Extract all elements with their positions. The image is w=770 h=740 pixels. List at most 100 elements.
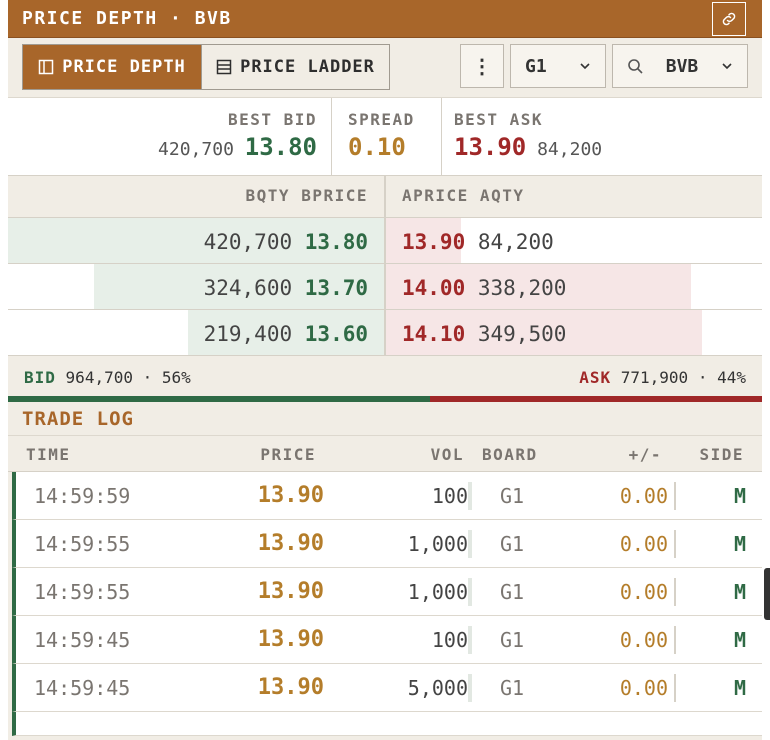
ask-total: ASK 771,900 · 44% xyxy=(579,368,746,387)
ask-total-pct: 44% xyxy=(717,368,746,387)
trade-board: G1 xyxy=(500,676,525,700)
trade-board: G1 xyxy=(500,532,525,556)
bid-price: 13.80 xyxy=(304,230,368,254)
best-ask: BEST ASK 13.90 84,200 xyxy=(442,98,762,175)
trade-board: G1 xyxy=(500,484,525,508)
trade-row[interactable]: 14:59:55 13.90 1,000 G1 0.00 M xyxy=(12,520,762,568)
trade-vol: 100 xyxy=(431,628,468,652)
ask-qty: 84,200 xyxy=(477,230,554,254)
trade-price: 13.90 xyxy=(257,531,324,556)
trade-log-rows: 14:59:59 13.90 100 G1 0.00 M 14:59:55 13… xyxy=(8,472,762,736)
search-icon xyxy=(628,59,643,74)
tab-price-ladder[interactable]: PRICE LADDER xyxy=(201,45,389,89)
vol-bar xyxy=(468,578,472,606)
trade-change: 0.00 xyxy=(619,532,668,556)
best-quotes: BEST BID 420,700 13.80 SPREAD 0.10 BEST … xyxy=(8,98,762,176)
bid-total: BID 964,700 · 56% xyxy=(24,368,191,387)
depth-row[interactable]: 420,700 13.80 13.90 84,200 xyxy=(8,218,762,264)
trade-time: 14:59:45 xyxy=(34,628,131,652)
trade-row[interactable] xyxy=(12,712,762,736)
ask-qty: 338,200 xyxy=(477,276,567,300)
trade-side: M xyxy=(733,676,746,700)
bid-total-qty: 964,700 xyxy=(65,368,133,387)
trade-row[interactable]: 14:59:59 13.90 100 G1 0.00 M xyxy=(12,472,762,520)
bid-qty: 420,700 xyxy=(203,230,293,254)
link-icon xyxy=(722,12,736,26)
trade-time: 14:59:45 xyxy=(34,676,131,700)
vol-bar xyxy=(468,674,472,702)
spread-value: 0.10 xyxy=(348,133,406,161)
best-ask-label: BEST ASK xyxy=(454,110,544,129)
col-vol[interactable]: VOL xyxy=(431,445,464,464)
trade-log-columns: TIME PRICE VOL BOARD +/- SIDE xyxy=(8,436,762,472)
vol-bar xyxy=(468,626,472,654)
trade-row[interactable]: 14:59:45 13.90 5,000 G1 0.00 M xyxy=(12,664,762,712)
change-bar xyxy=(674,578,676,606)
trade-change: 0.00 xyxy=(619,580,668,604)
ask-price: 14.10 xyxy=(402,322,466,346)
spread: SPREAD 0.10 xyxy=(332,98,442,175)
bid-price: 13.60 xyxy=(304,322,368,346)
bid-qty: 324,600 xyxy=(203,276,293,300)
trade-vol: 1,000 xyxy=(407,532,468,556)
trade-board: G1 xyxy=(500,628,525,652)
col-change[interactable]: +/- xyxy=(629,445,662,464)
link-button[interactable] xyxy=(712,2,746,36)
chevron-down-icon xyxy=(722,63,732,70)
trade-price: 13.90 xyxy=(257,627,324,652)
depth-header-bid: BQTY BPRICE xyxy=(8,176,386,217)
trade-side: M xyxy=(733,580,746,604)
trade-time: 14:59:55 xyxy=(34,532,131,556)
toolbar: PRICE DEPTH PRICE LADDER ⋮ G1 BVB xyxy=(8,38,762,98)
spread-label: SPREAD xyxy=(348,110,415,129)
trade-vol: 1,000 xyxy=(407,580,468,604)
trade-vol: 100 xyxy=(431,484,468,508)
board-select[interactable]: G1 xyxy=(510,44,606,88)
bid-total-label: BID xyxy=(24,368,56,387)
trade-price: 13.90 xyxy=(257,483,324,508)
trade-price: 13.90 xyxy=(257,579,324,604)
tab-price-depth-label: PRICE DEPTH xyxy=(62,57,186,77)
change-bar xyxy=(674,482,676,510)
best-bid-label: BEST BID xyxy=(227,110,317,129)
tab-price-depth[interactable]: PRICE DEPTH xyxy=(23,45,201,89)
trade-price: 13.90 xyxy=(257,675,324,700)
trade-row[interactable]: 14:59:55 13.90 1,000 G1 0.00 M xyxy=(12,568,762,616)
trade-side: M xyxy=(733,628,746,652)
trade-time: 14:59:55 xyxy=(34,580,131,604)
trade-vol: 5,000 xyxy=(407,676,468,700)
trade-change: 0.00 xyxy=(619,628,668,652)
bid-total-pct: 56% xyxy=(161,368,191,387)
col-time[interactable]: TIME xyxy=(26,445,71,464)
scroll-handle[interactable] xyxy=(764,568,770,620)
bid-ratio-fill xyxy=(8,396,431,402)
chevron-down-icon xyxy=(580,63,590,70)
symbol-select[interactable]: BVB xyxy=(612,44,748,88)
trade-change: 0.00 xyxy=(619,484,668,508)
depth-row[interactable]: 324,600 13.70 14.00 338,200 xyxy=(8,264,762,310)
ask-price: 13.90 xyxy=(402,230,466,254)
title-bar: PRICE DEPTH · BVB xyxy=(8,0,762,38)
col-side[interactable]: SIDE xyxy=(699,445,744,464)
bid-price: 13.70 xyxy=(304,276,368,300)
trade-row[interactable]: 14:59:45 13.90 100 G1 0.00 M xyxy=(12,616,762,664)
change-bar xyxy=(674,626,676,654)
col-price[interactable]: PRICE xyxy=(260,445,316,464)
bid-ask-ratio-bar xyxy=(8,396,762,402)
depth-rows: 420,700 13.80 13.90 84,200 324,600 13.70… xyxy=(8,218,762,356)
ask-price: 14.00 xyxy=(402,276,466,300)
depth-totals: BID 964,700 · 56% ASK 771,900 · 44% xyxy=(8,356,762,396)
change-bar xyxy=(674,674,676,702)
more-menu-button[interactable]: ⋮ xyxy=(460,44,504,88)
best-bid-price: 13.80 xyxy=(244,133,317,161)
col-board[interactable]: BOARD xyxy=(482,445,538,464)
panel-title: PRICE DEPTH · BVB xyxy=(22,8,232,29)
trade-time: 14:59:59 xyxy=(34,484,131,508)
depth-header-ask: APRICE AQTY xyxy=(402,186,525,205)
trade-log-title: TRADE LOG xyxy=(8,402,762,436)
best-bid: BEST BID 420,700 13.80 xyxy=(8,98,332,175)
view-tabs: PRICE DEPTH PRICE LADDER xyxy=(22,44,390,90)
depth-header: BQTY BPRICE APRICE AQTY xyxy=(8,176,762,218)
depth-row[interactable]: 219,400 13.60 14.10 349,500 xyxy=(8,310,762,356)
ask-total-qty: 771,900 xyxy=(620,368,689,387)
